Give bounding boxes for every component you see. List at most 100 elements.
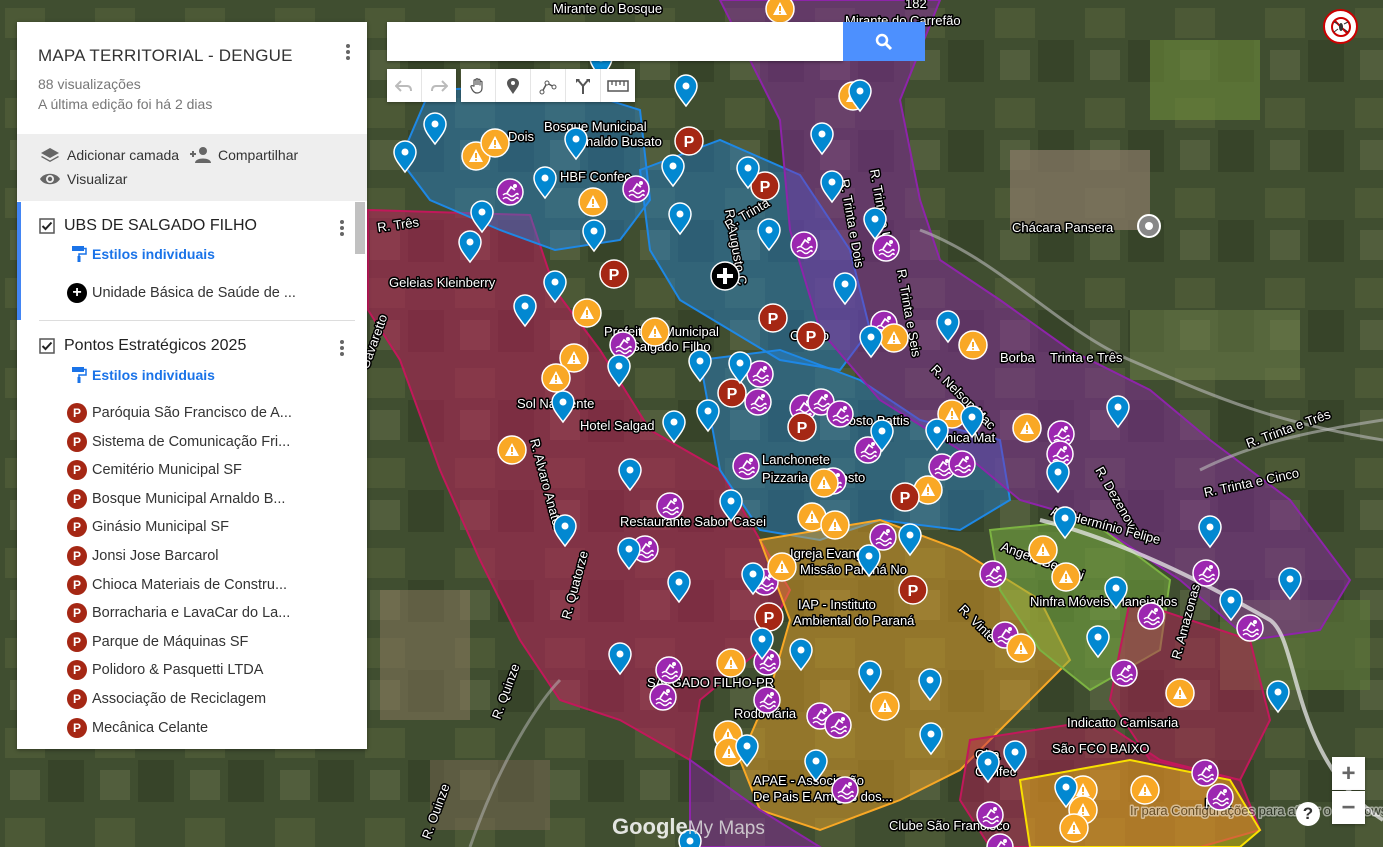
pool-pin-icon[interactable]: [826, 400, 854, 428]
warning-pin-icon[interactable]: [1051, 562, 1081, 592]
pool-pin-icon[interactable]: [753, 686, 781, 714]
layer-divider: [39, 320, 355, 321]
parking-pin-icon[interactable]: P: [717, 378, 747, 408]
pool-pin-icon[interactable]: [496, 178, 524, 206]
warning-pin-icon[interactable]: [578, 187, 608, 217]
place-pin-icon[interactable]: [1137, 214, 1161, 238]
pool-pin-icon[interactable]: [831, 776, 859, 804]
checkbox-checked-icon[interactable]: [39, 338, 55, 354]
warning-pin-icon[interactable]: [870, 691, 900, 721]
list-item[interactable]: P Sistema de Comunicação Fri...: [67, 431, 290, 452]
warning-pin-icon[interactable]: [480, 128, 510, 158]
pool-pin-icon[interactable]: [872, 234, 900, 262]
layer-options-icon[interactable]: [337, 218, 347, 240]
list-item[interactable]: P Polidoro & Pasquetti LTDA: [67, 660, 263, 681]
mosquito-badge-icon[interactable]: [1323, 9, 1358, 44]
warning-pin-icon[interactable]: [767, 552, 797, 582]
parking-pin-icon[interactable]: P: [754, 602, 784, 632]
warning-pin-icon[interactable]: [1012, 413, 1042, 443]
list-item-label: Ginásio Municipal SF: [92, 519, 229, 536]
pool-pin-icon[interactable]: [790, 231, 818, 259]
warning-pin-icon[interactable]: [1165, 678, 1195, 708]
pool-pin-icon[interactable]: [1110, 659, 1138, 687]
list-item[interactable]: P Jonsi Jose Barcarol: [67, 546, 219, 566]
layer-options-icon[interactable]: [337, 338, 347, 360]
pool-pin-icon[interactable]: [655, 656, 683, 684]
parking-pin-icon[interactable]: P: [898, 575, 928, 605]
map-title[interactable]: MAPA TERRITORIAL - DENGUE: [38, 46, 293, 66]
search-button[interactable]: [843, 22, 925, 61]
warning-pin-icon[interactable]: [820, 510, 850, 540]
pool-pin-icon[interactable]: [1191, 759, 1219, 787]
add-marker-button[interactable]: [496, 69, 531, 102]
list-item[interactable]: P Parque de Máquinas SF: [67, 631, 248, 652]
zoom-in-button[interactable]: +: [1332, 757, 1365, 790]
list-item[interactable]: P Cemitério Municipal SF: [67, 460, 242, 481]
redo-button[interactable]: [422, 69, 456, 102]
list-item[interactable]: P Paróquia São Francisco de A...: [67, 403, 292, 423]
pool-pin-icon[interactable]: [948, 450, 976, 478]
list-item[interactable]: P Associação de Reciclagem: [67, 689, 266, 709]
warning-pin-icon[interactable]: [958, 330, 988, 360]
list-item[interactable]: P Ginásio Municipal SF: [67, 517, 229, 538]
pool-pin-icon[interactable]: [622, 175, 650, 203]
pool-pin-icon[interactable]: [732, 452, 760, 480]
directions-button[interactable]: [566, 69, 601, 102]
search-input[interactable]: [387, 22, 843, 61]
warning-pin-icon[interactable]: [572, 298, 602, 328]
zoom-out-button[interactable]: −: [1332, 791, 1365, 824]
pool-pin-icon[interactable]: [976, 801, 1004, 829]
list-item[interactable]: + Unidade Básica de Saúde de ...: [67, 283, 296, 303]
warning-pin-icon[interactable]: [716, 648, 746, 678]
list-item[interactable]: P Mecânica Celante: [67, 717, 208, 738]
pool-pin-icon[interactable]: [1192, 559, 1220, 587]
list-item[interactable]: P Borracharia e LavaCar do La...: [67, 603, 290, 624]
warning-pin-icon[interactable]: [541, 363, 571, 393]
pool-pin-icon[interactable]: [609, 331, 637, 359]
warning-pin-icon[interactable]: [497, 435, 527, 465]
layer-ubs[interactable]: UBS DE SALGADO FILHO: [39, 217, 257, 235]
preview-button[interactable]: Visualizar: [39, 170, 127, 188]
google-my-maps-logo: GoogleMy Maps: [612, 814, 765, 840]
pool-pin-icon[interactable]: [1236, 614, 1264, 642]
warning-pin-icon[interactable]: [640, 317, 670, 347]
measure-button[interactable]: [601, 69, 635, 102]
pool-pin-icon[interactable]: [979, 560, 1007, 588]
map-options-icon[interactable]: [343, 42, 353, 64]
pool-pin-icon[interactable]: [656, 492, 684, 520]
pool-pin-icon[interactable]: [824, 711, 852, 739]
warning-pin-icon[interactable]: [1006, 633, 1036, 663]
layer-styles-link[interactable]: Estilos individuais: [71, 245, 215, 263]
layer-pontos-estrategicos[interactable]: Pontos Estratégicos 2025: [39, 337, 246, 355]
directions-icon: [576, 78, 590, 94]
draw-line-button[interactable]: [531, 69, 566, 102]
parking-pin-icon[interactable]: P: [674, 126, 704, 156]
parking-pin-icon[interactable]: P: [599, 259, 629, 289]
pool-pin-icon[interactable]: [1206, 783, 1234, 811]
pool-pin-icon[interactable]: [1137, 602, 1165, 630]
parking-pin-icon[interactable]: P: [787, 412, 817, 442]
add-layer-button[interactable]: Adicionar camada: [39, 146, 179, 164]
pool-pin-icon[interactable]: [744, 388, 772, 416]
pool-pin-icon[interactable]: [649, 683, 677, 711]
parking-pin-icon[interactable]: P: [890, 482, 920, 512]
list-item[interactable]: P Chioca Materiais de Constru...: [67, 574, 287, 595]
warning-pin-icon[interactable]: [765, 0, 795, 24]
parking-pin-icon[interactable]: P: [758, 303, 788, 333]
panel-scrollbar[interactable]: [355, 202, 365, 254]
warning-pin-icon[interactable]: [1059, 813, 1089, 843]
checkbox-checked-icon[interactable]: [39, 218, 55, 234]
undo-button[interactable]: [387, 69, 422, 102]
warning-pin-icon[interactable]: [1028, 535, 1058, 565]
medical-cross-icon[interactable]: [710, 261, 740, 291]
layer-styles-link[interactable]: Estilos individuais: [71, 366, 215, 384]
warning-pin-icon[interactable]: [879, 323, 909, 353]
select-tool-button[interactable]: [461, 69, 496, 102]
parking-pin-icon[interactable]: P: [796, 321, 826, 351]
help-button[interactable]: ?: [1296, 802, 1320, 826]
warning-pin-icon[interactable]: [809, 468, 839, 498]
warning-pin-icon[interactable]: [1130, 775, 1160, 805]
parking-pin-icon: P: [67, 689, 87, 709]
share-button[interactable]: Compartilhar: [190, 146, 298, 164]
list-item[interactable]: P Bosque Municipal Arnaldo B...: [67, 488, 285, 509]
